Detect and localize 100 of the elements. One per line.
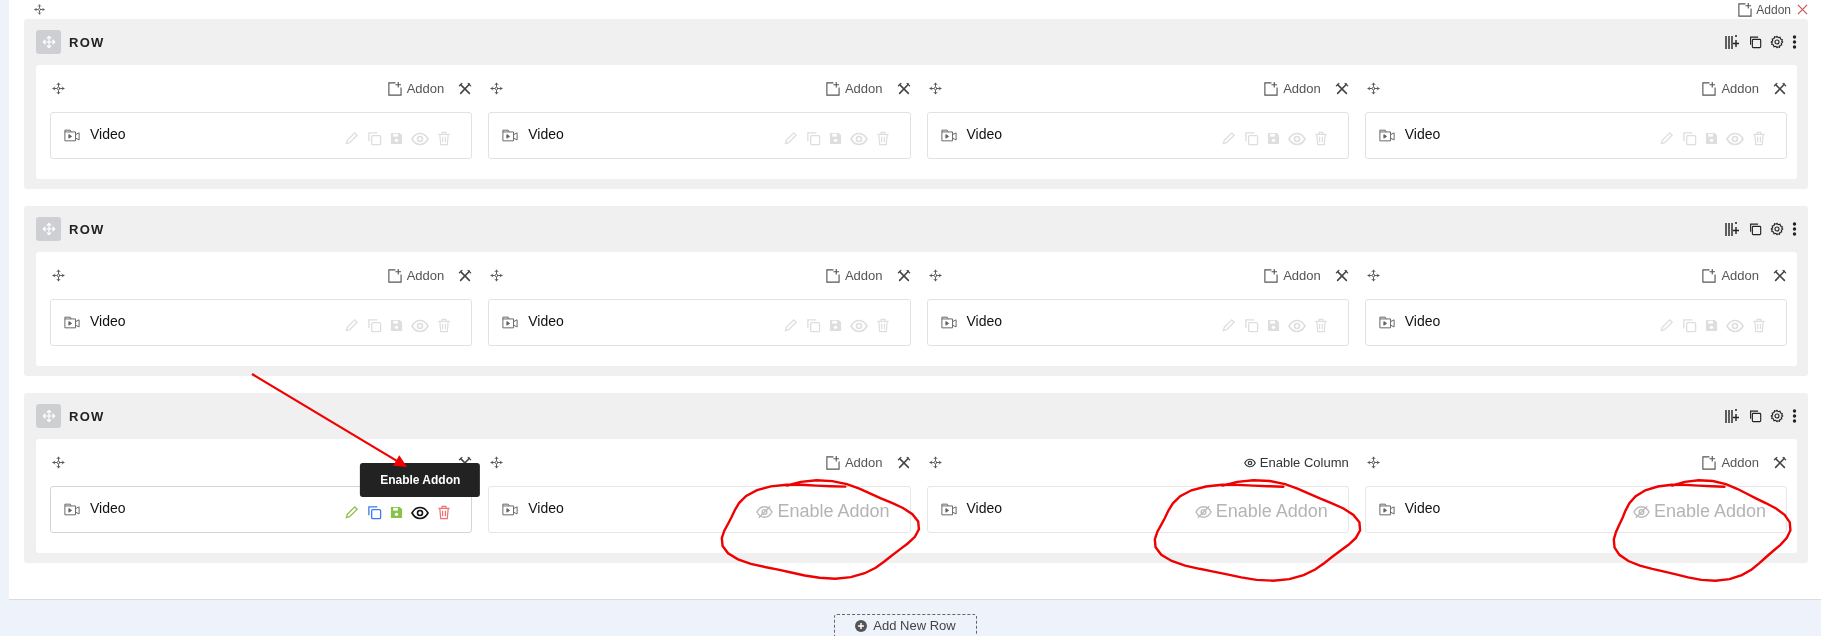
tools-icon[interactable] xyxy=(896,455,911,470)
addon-card[interactable]: Video xyxy=(926,112,1349,159)
save-icon[interactable] xyxy=(390,319,404,332)
tools-icon[interactable] xyxy=(1773,455,1787,470)
copy-icon[interactable] xyxy=(1748,222,1762,236)
addon-card[interactable]: Video xyxy=(1364,112,1787,159)
eye-slash-icon xyxy=(1632,504,1650,519)
video-icon xyxy=(502,503,519,516)
addon-button[interactable]: Addon xyxy=(1701,455,1759,470)
tools-icon[interactable] xyxy=(458,268,473,283)
eye-icon[interactable] xyxy=(411,505,430,520)
add-columns-icon[interactable] xyxy=(1724,34,1740,50)
copy-icon[interactable] xyxy=(1748,35,1762,49)
move-icon[interactable] xyxy=(1366,82,1380,95)
move-icon[interactable] xyxy=(52,456,65,469)
row-title: ROW xyxy=(69,34,105,50)
addon-button[interactable]: Addon xyxy=(386,81,445,96)
addon-button[interactable]: Addon xyxy=(386,268,445,283)
addon-title: Video xyxy=(90,499,126,516)
addon-button[interactable]: Addon xyxy=(1263,268,1321,283)
row-move-handle[interactable] xyxy=(36,30,61,54)
edit-icon[interactable] xyxy=(344,131,360,146)
edit-icon[interactable] xyxy=(1220,131,1236,146)
save-icon[interactable] xyxy=(390,506,404,519)
move-icon[interactable] xyxy=(1366,269,1380,282)
move-icon[interactable] xyxy=(34,4,45,15)
tools-icon[interactable] xyxy=(458,81,473,96)
move-icon[interactable] xyxy=(52,82,65,95)
addon-card[interactable]: Video Enable Addon xyxy=(926,486,1349,533)
tools-icon[interactable] xyxy=(1773,81,1787,96)
eye-icon xyxy=(1243,456,1256,469)
tools-icon[interactable] xyxy=(1773,268,1787,283)
trash-icon[interactable] xyxy=(437,505,452,520)
addon-title: Video xyxy=(528,312,564,329)
addon-card[interactable]: Video xyxy=(1364,299,1787,346)
add-columns-icon[interactable] xyxy=(1724,221,1740,237)
edit-icon[interactable] xyxy=(782,318,798,333)
close-icon[interactable] xyxy=(1797,4,1808,15)
addon-button[interactable]: Addon xyxy=(1701,81,1759,96)
tools-icon[interactable] xyxy=(1334,81,1349,96)
save-icon[interactable] xyxy=(1705,319,1718,332)
edit-icon[interactable] xyxy=(344,318,360,333)
add-columns-icon[interactable] xyxy=(1724,408,1740,424)
tools-icon[interactable] xyxy=(1334,268,1349,283)
addon-button[interactable]: Addon xyxy=(1263,81,1321,96)
row-title: ROW xyxy=(69,221,105,237)
addon-card[interactable]: Video xyxy=(50,299,473,346)
move-icon[interactable] xyxy=(490,269,504,282)
row-move-handle[interactable] xyxy=(36,217,61,241)
video-icon xyxy=(502,316,519,329)
edit-icon[interactable] xyxy=(1659,318,1674,333)
addon-button[interactable]: Addon xyxy=(824,268,883,283)
move-icon[interactable] xyxy=(490,456,504,469)
add-square-icon xyxy=(1263,268,1279,283)
addon-button[interactable]: Addon xyxy=(1737,2,1791,17)
video-icon xyxy=(940,316,957,329)
edit-icon[interactable] xyxy=(782,131,798,146)
enable-column-button[interactable]: Enable Column xyxy=(1243,455,1349,470)
move-icon[interactable] xyxy=(928,269,942,282)
addon-button[interactable]: Addon xyxy=(824,455,883,470)
addon-button[interactable]: Addon xyxy=(1701,268,1759,283)
move-icon[interactable] xyxy=(490,82,504,95)
tools-icon[interactable] xyxy=(896,268,911,283)
save-icon[interactable] xyxy=(828,132,842,145)
tools-icon[interactable] xyxy=(896,81,911,96)
move-icon[interactable] xyxy=(928,82,942,95)
video-icon xyxy=(940,503,957,516)
addon-card[interactable]: Video xyxy=(50,112,473,159)
row-move-handle[interactable] xyxy=(36,404,61,428)
eye-slash-icon xyxy=(1194,504,1212,519)
row-title: ROW xyxy=(69,408,105,424)
move-icon[interactable] xyxy=(52,269,65,282)
save-icon[interactable] xyxy=(1266,132,1280,145)
video-icon xyxy=(1378,316,1395,329)
save-icon[interactable] xyxy=(1705,132,1718,145)
addon-card[interactable]: Video xyxy=(926,299,1349,346)
save-icon[interactable] xyxy=(1266,319,1280,332)
addon-button[interactable]: Addon xyxy=(824,81,883,96)
more-icon[interactable] xyxy=(1792,409,1797,423)
addon-card[interactable]: Video xyxy=(488,112,911,159)
settings-icon[interactable] xyxy=(1770,409,1784,423)
save-icon[interactable] xyxy=(390,132,404,145)
copy-icon[interactable] xyxy=(1748,409,1762,423)
move-icon[interactable] xyxy=(928,456,942,469)
addon-card[interactable]: Video Enable Addon xyxy=(488,486,911,533)
edit-icon[interactable] xyxy=(1659,131,1674,146)
settings-icon[interactable] xyxy=(1770,222,1784,236)
move-icon[interactable] xyxy=(1366,456,1380,469)
more-icon[interactable] xyxy=(1792,222,1797,236)
more-icon[interactable] xyxy=(1792,35,1797,49)
addon-card[interactable]: Video xyxy=(488,299,911,346)
edit-icon[interactable] xyxy=(344,505,360,520)
settings-icon[interactable] xyxy=(1770,35,1784,49)
addon-card[interactable]: Video Enable Addon xyxy=(1364,486,1787,533)
addon-title: Video xyxy=(1404,125,1441,142)
edit-icon[interactable] xyxy=(1220,318,1236,333)
video-icon xyxy=(1378,503,1395,516)
add-new-row-button[interactable]: Add New Row xyxy=(834,614,977,636)
save-icon[interactable] xyxy=(828,319,842,332)
add-square-icon xyxy=(386,81,402,96)
